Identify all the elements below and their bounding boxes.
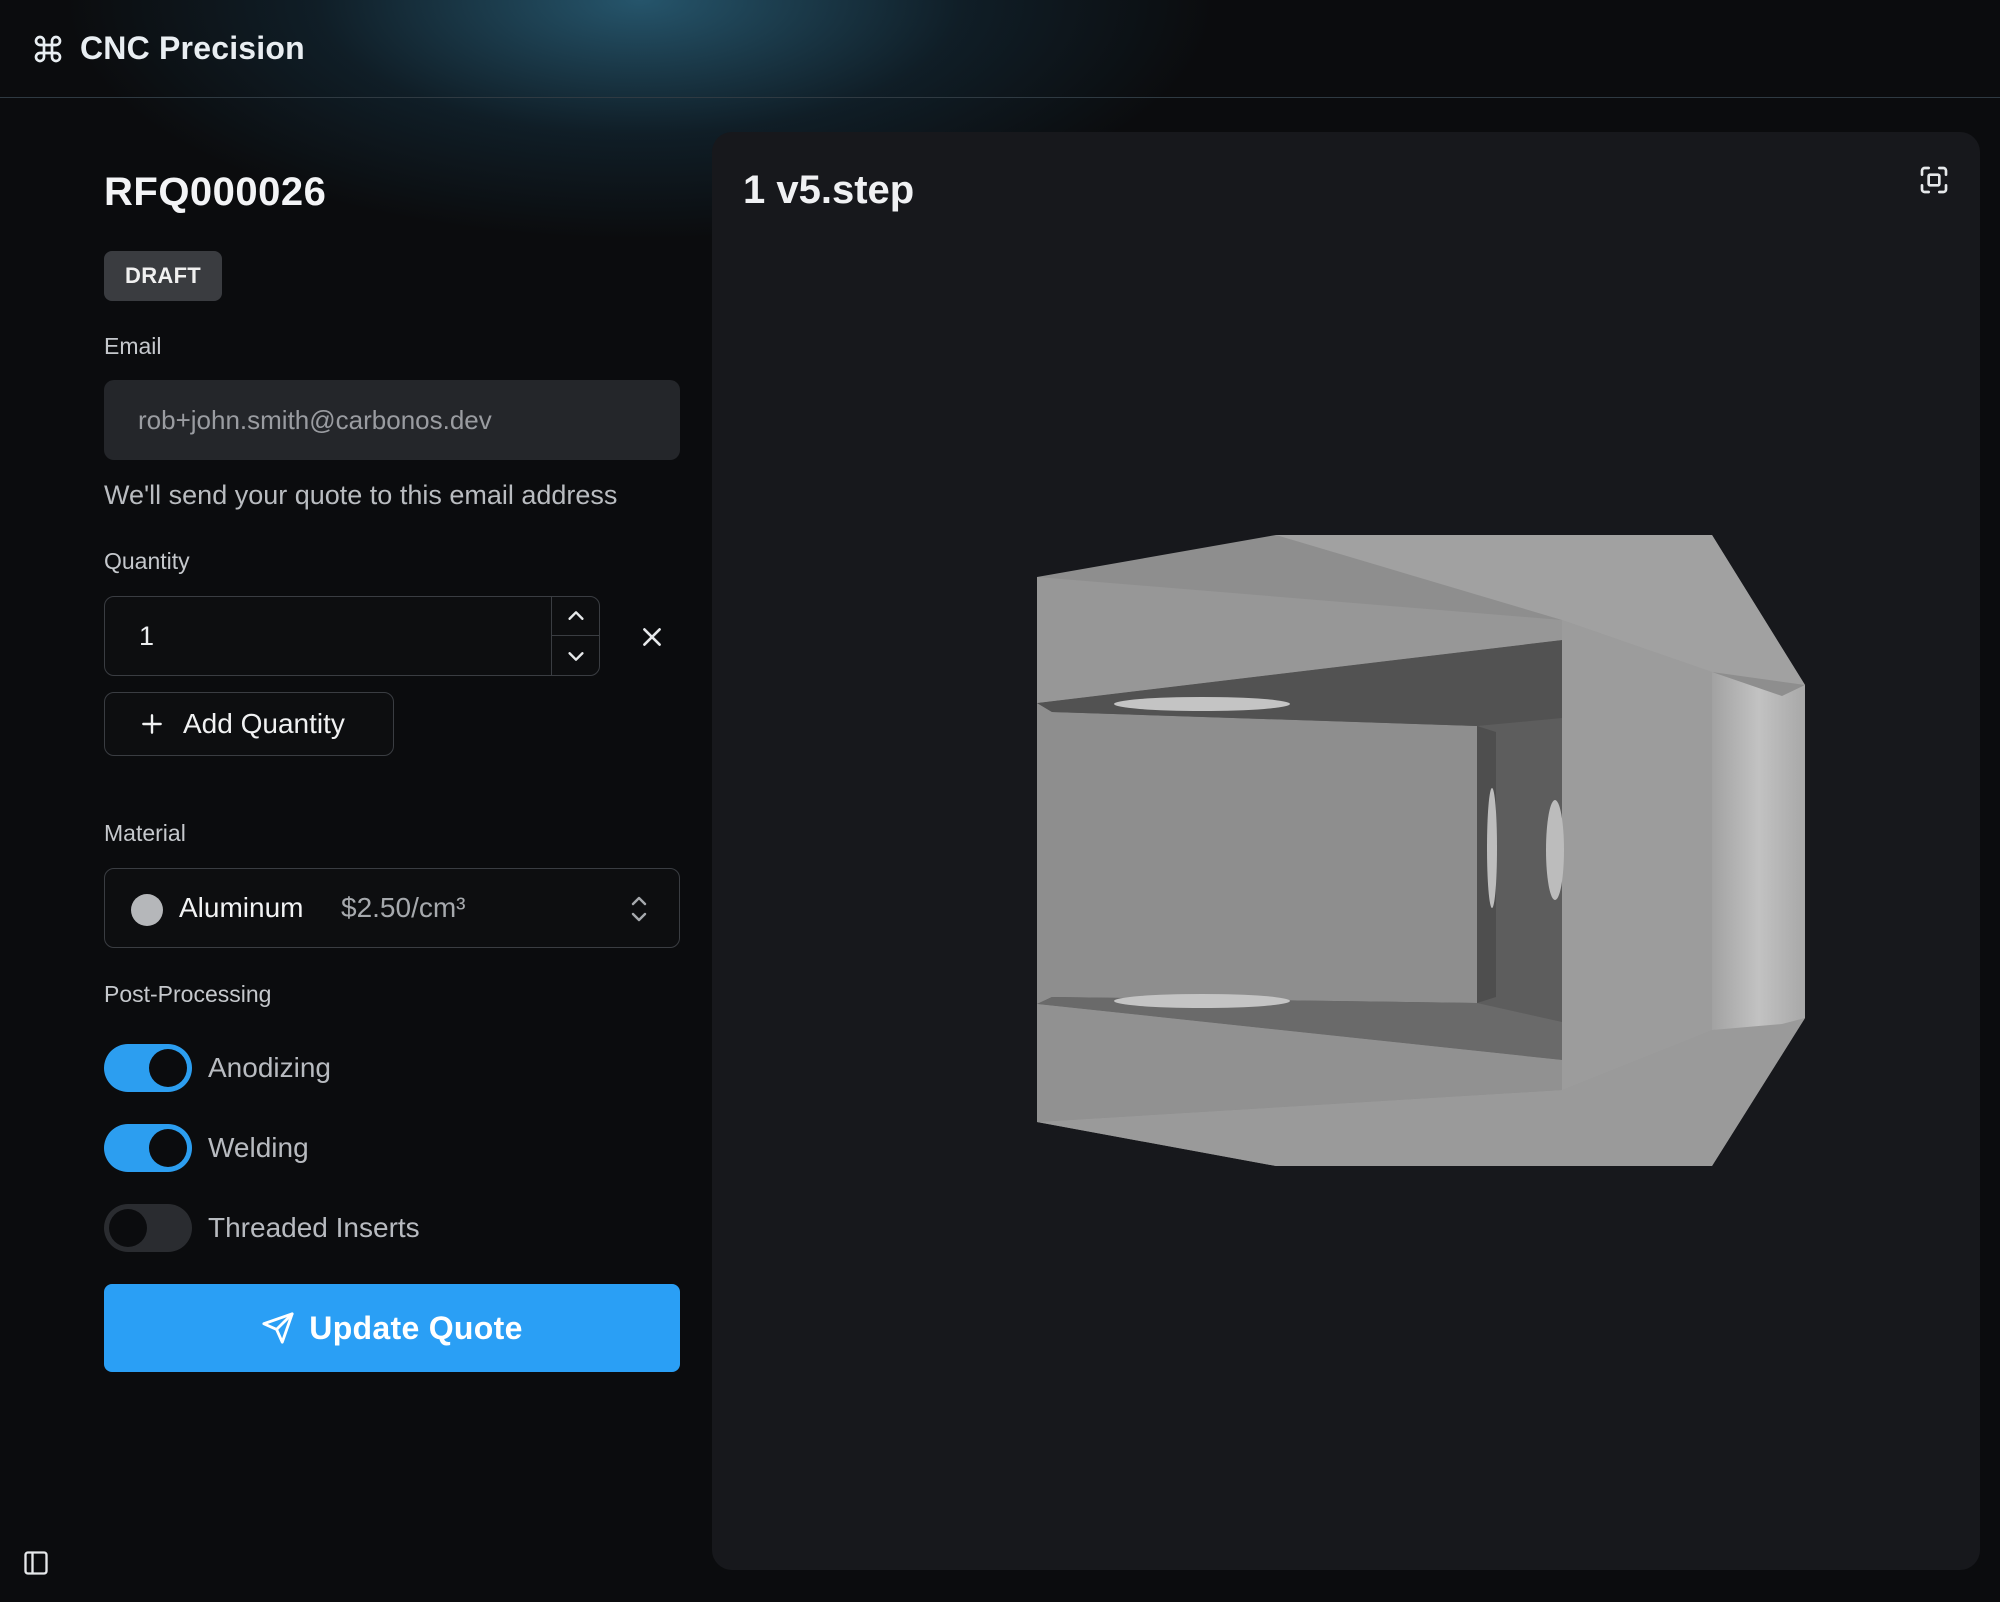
anodizing-label: Anodizing xyxy=(208,1052,331,1083)
plus-icon xyxy=(142,714,162,734)
email-label: Email xyxy=(104,333,162,359)
welding-toggle[interactable] xyxy=(104,1124,192,1172)
increment-button[interactable] xyxy=(552,597,600,636)
toggle-row-anodizing: Anodizing xyxy=(104,1044,331,1092)
top-bar: CNC Precision xyxy=(0,0,2000,98)
material-price: $2.50/cm³ xyxy=(341,892,466,923)
material-label: Material xyxy=(104,820,186,846)
brand[interactable]: CNC Precision xyxy=(32,30,305,67)
page-title: RFQ000026 xyxy=(104,170,327,214)
quantity-value[interactable]: 1 xyxy=(139,621,154,652)
toggle-knob xyxy=(109,1209,147,1247)
email-field[interactable]: rob+john.smith@carbonos.dev xyxy=(104,380,680,460)
send-icon xyxy=(262,1312,294,1344)
add-quantity-label: Add Quantity xyxy=(183,708,345,739)
material-select[interactable]: Aluminum $2.50/cm³ xyxy=(104,868,680,948)
model-viewer[interactable]: 1 v5.step xyxy=(712,132,1980,1570)
close-icon xyxy=(643,628,661,646)
decrement-button[interactable] xyxy=(552,636,600,675)
toggle-row-welding: Welding xyxy=(104,1124,309,1172)
threaded-inserts-label: Threaded Inserts xyxy=(208,1212,420,1243)
toggle-row-threaded-inserts: Threaded Inserts xyxy=(104,1204,420,1252)
sidebar-toggle-button[interactable] xyxy=(22,1549,50,1577)
email-helper-text: We'll send your quote to this email addr… xyxy=(104,480,618,510)
material-swatch xyxy=(131,894,163,926)
email-value: rob+john.smith@carbonos.dev xyxy=(138,404,492,435)
welding-label: Welding xyxy=(208,1132,309,1163)
threaded-inserts-toggle[interactable] xyxy=(104,1204,192,1252)
material-name: Aluminum xyxy=(179,892,304,923)
chevron-down-icon xyxy=(568,651,584,661)
status-badge: DRAFT xyxy=(104,251,223,301)
toggle-knob xyxy=(149,1129,187,1167)
update-quote-button[interactable]: Update Quote xyxy=(104,1284,680,1372)
post-processing-label: Post-Processing xyxy=(104,981,272,1007)
sidebar-icon xyxy=(24,1551,48,1575)
stepper-controls xyxy=(551,597,600,675)
toggle-knob xyxy=(149,1049,187,1087)
remove-quantity-button[interactable] xyxy=(632,617,672,657)
add-quantity-button[interactable]: Add Quantity xyxy=(104,692,394,756)
chevron-up-down-icon xyxy=(631,896,647,922)
update-quote-label: Update Quote xyxy=(309,1309,523,1346)
app-name: CNC Precision xyxy=(80,30,305,66)
anodizing-toggle[interactable] xyxy=(104,1044,192,1092)
3d-part-model[interactable] xyxy=(712,132,1980,1570)
quantity-label: Quantity xyxy=(104,548,190,574)
command-icon xyxy=(34,35,62,62)
chevron-up-icon xyxy=(568,611,584,620)
quantity-stepper[interactable]: 1 xyxy=(104,596,600,676)
